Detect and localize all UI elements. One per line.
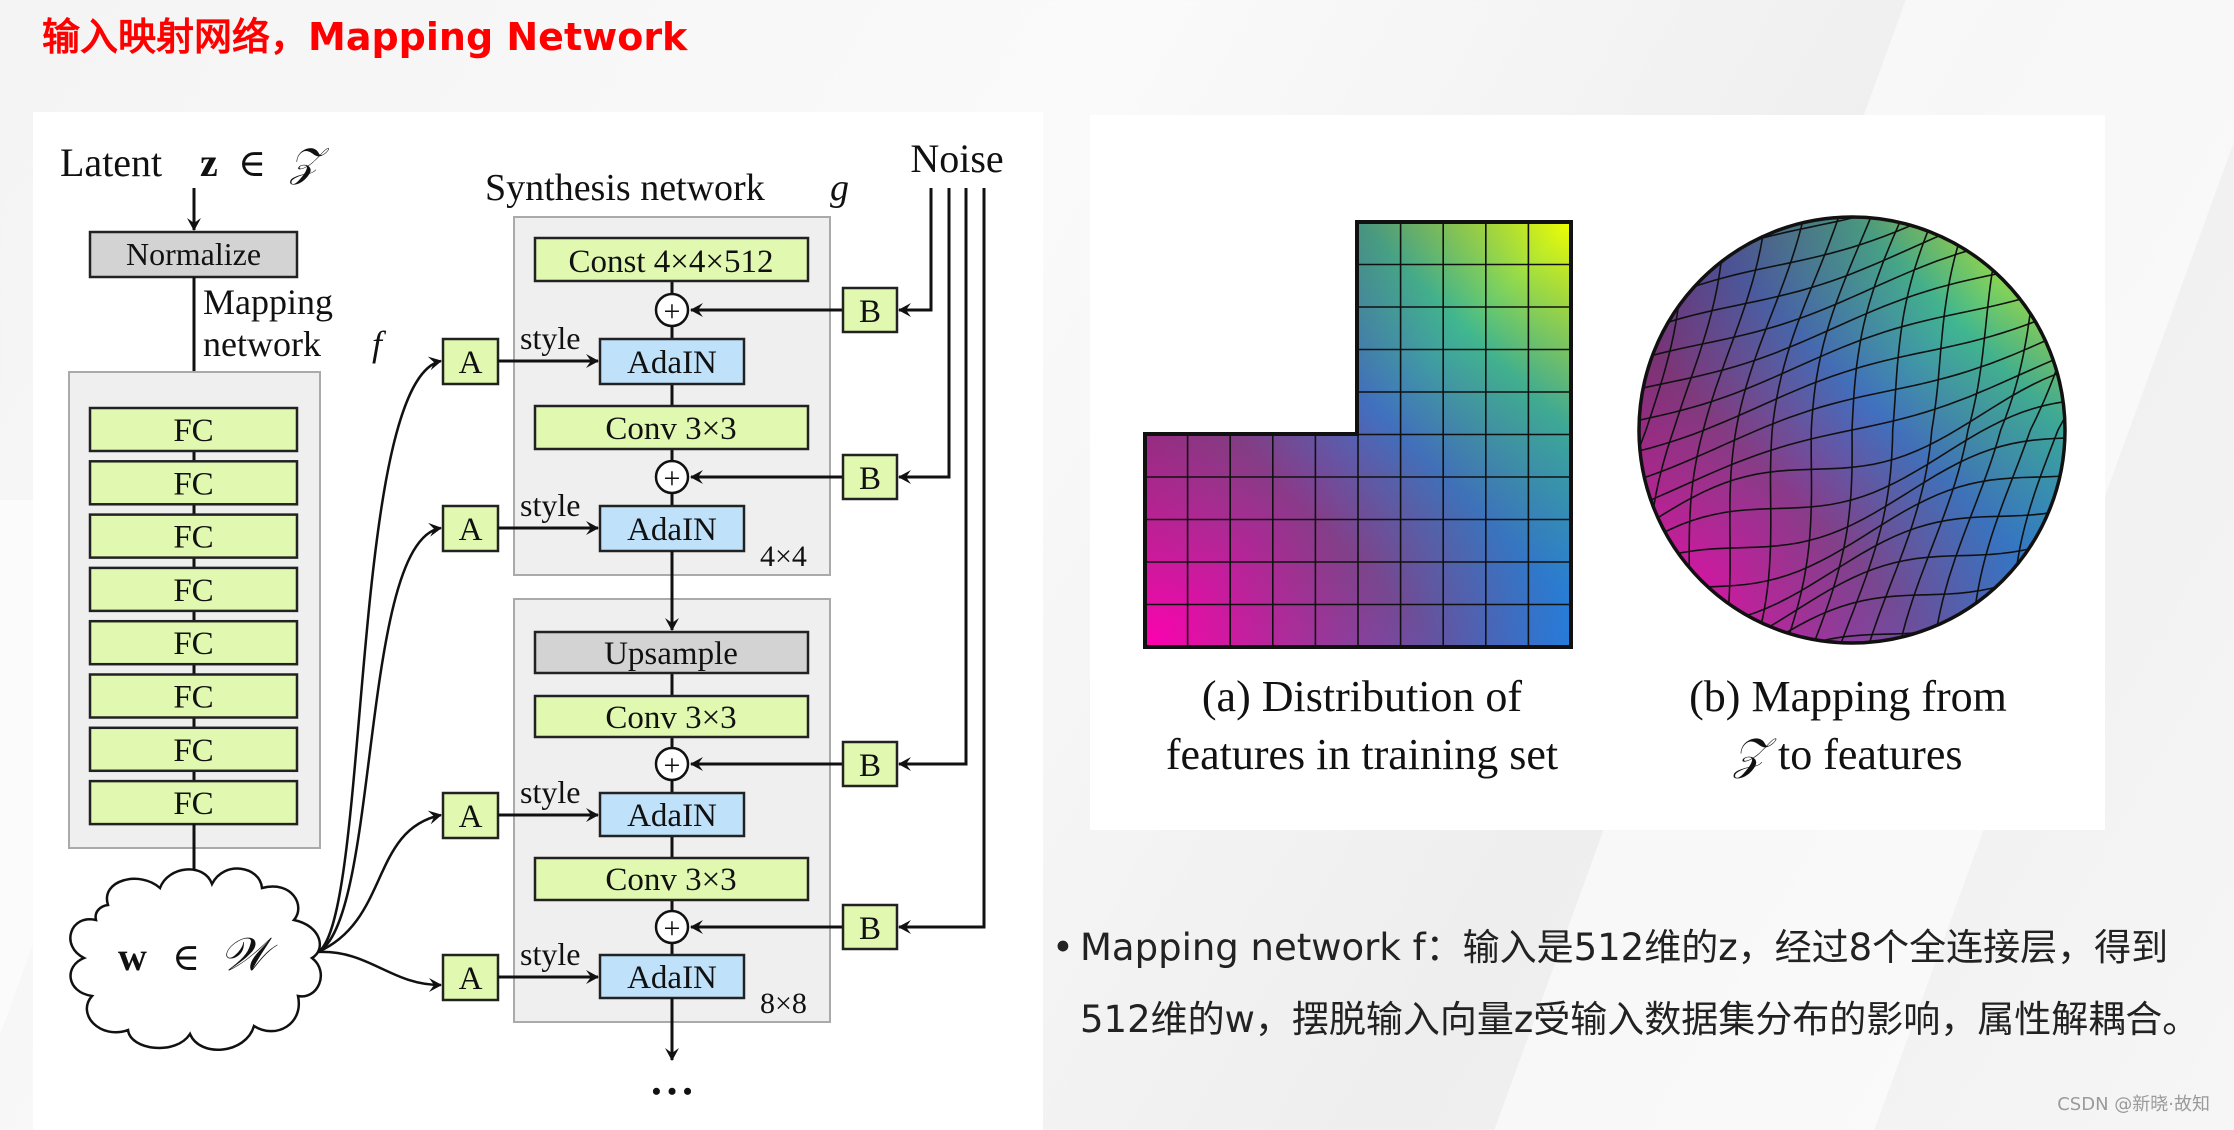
watermark: CSDN @新晓·故知 bbox=[2057, 1094, 2210, 1115]
noise-label: Noise bbox=[910, 136, 1003, 181]
resolution-label-4x4: 4×4 bbox=[760, 540, 807, 573]
latent-var: z bbox=[200, 140, 218, 185]
fc-layer-label: FC bbox=[173, 733, 213, 769]
affine-a-label: A bbox=[459, 799, 483, 835]
fc-layer-label: FC bbox=[173, 466, 213, 502]
noise-line-1 bbox=[898, 188, 933, 317]
synthesis-network-label: Synthesis network bbox=[485, 167, 765, 209]
adain-label: AdaIN bbox=[627, 512, 717, 548]
stylegan-diagram: Latent z ∈ 𝒵 Normalize Mapping network f… bbox=[60, 136, 1004, 1106]
affine-a-label: A bbox=[459, 961, 483, 997]
bullet-line-1: • Mapping network f：输入是512维的z，经过8个全连接层，得到 bbox=[1052, 912, 2232, 984]
noise-b-label: B bbox=[859, 911, 881, 947]
fc-layer-label: FC bbox=[173, 786, 213, 822]
noise-b-label: B bbox=[859, 294, 881, 330]
mapping-network-symbol: f bbox=[372, 324, 387, 364]
latent-space-disk bbox=[1639, 217, 2065, 643]
w-var: w bbox=[118, 934, 147, 979]
w-to-a2-curve bbox=[317, 522, 442, 954]
const-label: Const 4×4×512 bbox=[569, 244, 774, 280]
caption-a-line-2: features in training set bbox=[1165, 730, 1559, 779]
latent-in-symbol: ∈ bbox=[238, 143, 266, 185]
affine-a-label: A bbox=[459, 345, 483, 381]
style-label: style bbox=[520, 774, 580, 810]
style-label: style bbox=[520, 936, 580, 972]
latent-label: Latent bbox=[60, 140, 162, 185]
adain-label: AdaIN bbox=[627, 960, 717, 996]
mapping-network-label-2: network bbox=[203, 324, 321, 364]
adain-label: AdaIN bbox=[627, 345, 717, 381]
fc-layer-label: FC bbox=[173, 520, 213, 556]
caption-b: (b) Mapping from 𝒵 to features bbox=[1598, 668, 2098, 784]
bullet-line-2: 512维的w，摆脱输入向量z受输入数据集分布的影响，属性解耦合。 bbox=[1080, 998, 2200, 1041]
conv-label: Conv 3×3 bbox=[605, 411, 736, 447]
adain-label: AdaIN bbox=[627, 798, 717, 834]
caption-b-line-2: 𝒵 to features bbox=[1598, 726, 2098, 784]
w-to-a3-curve bbox=[317, 810, 442, 954]
add-symbol: + bbox=[664, 749, 681, 782]
synthesis-network-symbol: g bbox=[830, 167, 849, 209]
add-symbol: + bbox=[664, 462, 681, 495]
w-to-a4-curve bbox=[317, 950, 442, 992]
mapping-network-label-1: Mapping bbox=[203, 282, 333, 322]
conv-label: Conv 3×3 bbox=[605, 862, 736, 898]
normalize-label: Normalize bbox=[126, 236, 261, 272]
continuation-dots: • • • bbox=[652, 1077, 692, 1106]
fc-layer-label: FC bbox=[173, 413, 213, 449]
caption-a-line-1: (a) Distribution of bbox=[1201, 672, 1523, 721]
caption-b-text: to features bbox=[1767, 730, 1963, 779]
w-to-a1-curve bbox=[317, 356, 442, 954]
noise-line-4 bbox=[898, 188, 986, 934]
noise-line-2 bbox=[898, 188, 951, 484]
affine-a-label: A bbox=[459, 512, 483, 548]
add-symbol: + bbox=[664, 912, 681, 945]
fc-layer-label: FC bbox=[173, 680, 213, 716]
bullet-marker: • bbox=[1052, 926, 1074, 969]
bullet-text: • Mapping network f：输入是512维的z，经过8个全连接层，得到… bbox=[1052, 912, 2232, 1056]
style-label: style bbox=[520, 320, 580, 356]
caption-b-line-1: (b) Mapping from bbox=[1689, 672, 2007, 721]
conv-label: Conv 3×3 bbox=[605, 700, 736, 736]
style-label: style bbox=[520, 487, 580, 523]
upsample-label: Upsample bbox=[604, 636, 738, 672]
fc-layer-label: FC bbox=[173, 626, 213, 662]
caption-a: (a) Distribution of features in training… bbox=[1112, 668, 1612, 784]
add-symbol: + bbox=[664, 295, 681, 328]
resolution-label-8x8: 8×8 bbox=[760, 987, 807, 1020]
feature-distribution-figure bbox=[1143, 215, 2067, 649]
latent-space-symbol: 𝒵 bbox=[289, 140, 330, 185]
latent-space-symbol: 𝒵 bbox=[1733, 730, 1767, 779]
w-in-symbol: ∈ bbox=[172, 937, 200, 979]
noise-b-label: B bbox=[859, 461, 881, 497]
fc-layer-label: FC bbox=[173, 573, 213, 609]
noise-b-label: B bbox=[859, 748, 881, 784]
